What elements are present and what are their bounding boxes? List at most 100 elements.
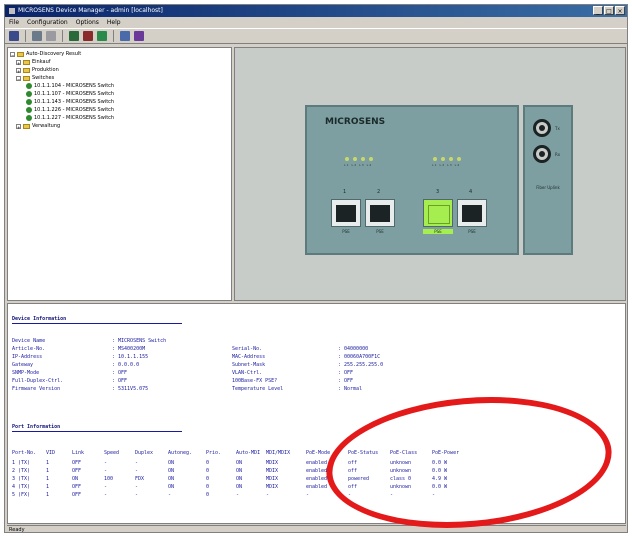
- fiber-module: Tx Rx Fiber Uplink: [523, 105, 573, 255]
- connect-icon[interactable]: [9, 31, 19, 41]
- menu-help[interactable]: Help: [107, 17, 121, 28]
- brand-label: MICROSENS: [325, 117, 386, 127]
- tree-switch-item[interactable]: 10.1.1.227 - MICROSENS Switch: [10, 114, 229, 122]
- field-label: Article-No.: [12, 346, 46, 352]
- window-controls: _ □ ×: [593, 6, 625, 15]
- table-cell: 1: [46, 476, 50, 482]
- table-cell: -: [135, 484, 139, 490]
- table-cell: ON: [236, 460, 243, 466]
- table-cell: 100: [104, 476, 114, 482]
- table-cell: ON: [236, 476, 243, 482]
- field-value: : 00060A700F1C: [338, 354, 381, 360]
- field-value: : 0.0.0.0: [112, 362, 140, 368]
- table-cell: ON: [72, 476, 79, 482]
- close-icon[interactable]: [46, 31, 56, 41]
- table-cell: enabled: [306, 484, 328, 490]
- table-cell: MDIX: [266, 460, 279, 466]
- field-value: : MICROSENS Switch: [112, 338, 167, 344]
- fiber-rx-icon[interactable]: [533, 145, 551, 163]
- field-label: Gateway: [12, 362, 34, 368]
- table-cell: 2 (TX): [12, 468, 31, 474]
- close-window-button[interactable]: ×: [615, 6, 625, 15]
- fiber-tx-label: Tx: [555, 126, 560, 131]
- table-cell: -: [104, 492, 108, 498]
- device-tree[interactable]: − Auto-Discovery Result + Einkauf + Produkt…: [7, 47, 232, 301]
- column-header: Autoneg.: [168, 450, 193, 456]
- minimize-button[interactable]: _: [593, 6, 603, 15]
- status-bar: Ready: [7, 525, 626, 533]
- table-cell: ON: [168, 476, 175, 482]
- menu-file[interactable]: File: [9, 17, 19, 28]
- menu-configuration[interactable]: Configuration: [27, 17, 68, 28]
- table-cell: ON: [168, 460, 175, 466]
- expand-icon[interactable]: +: [16, 123, 21, 130]
- field-value: : 255.255.255.0: [338, 362, 384, 368]
- tree-folder-produktion[interactable]: + Produktion: [10, 66, 229, 74]
- port-label: PSE: [468, 229, 476, 234]
- toolbar-separator: [25, 30, 26, 42]
- refresh-icon[interactable]: [83, 31, 93, 41]
- field-label: SNMP-Mode: [12, 370, 40, 376]
- port-label: PSE: [376, 229, 384, 234]
- folder-icon: [23, 75, 30, 81]
- field-label: Firmware Version: [12, 386, 61, 392]
- help-icon[interactable]: [134, 31, 144, 41]
- menu-options[interactable]: Options: [76, 17, 99, 28]
- fiber-tx-icon[interactable]: [533, 119, 551, 137]
- led-labels: L1 L2 L3 L4: [432, 163, 461, 167]
- field-value: : OFF: [338, 370, 354, 376]
- field-value: : MS400200M: [112, 346, 146, 352]
- ethernet-port[interactable]: [457, 199, 487, 227]
- rj45-icon: [428, 205, 450, 224]
- tree-folder-switches[interactable]: − Switches: [10, 74, 229, 82]
- port-label: PSE: [342, 229, 350, 234]
- rj45-icon: [370, 205, 390, 222]
- table-cell: 0: [206, 460, 210, 466]
- tree-switch-item[interactable]: 10.1.1.226 - MICROSENS Switch: [10, 106, 229, 114]
- table-cell: ON: [236, 468, 243, 474]
- column-header: Prio.: [206, 450, 222, 456]
- maximize-button[interactable]: □: [604, 6, 614, 15]
- field-label: Full-Duplex-Ctrl.: [12, 378, 64, 384]
- status-text: Ready: [9, 527, 25, 533]
- table-cell: -: [135, 468, 139, 474]
- tree-switch-item[interactable]: 10.1.1.107 - MICROSENS Switch: [10, 90, 229, 98]
- tree-switch-item[interactable]: 10.1.1.104 - MICROSENS Switch: [10, 82, 229, 90]
- table-cell: -: [135, 460, 139, 466]
- table-cell: -: [104, 484, 108, 490]
- settings-icon[interactable]: [120, 31, 130, 41]
- status-led: [449, 157, 453, 161]
- field-value: : 10.1.1.155: [112, 354, 149, 360]
- field-label: Temperature Level: [232, 386, 284, 392]
- tree-root[interactable]: − Auto-Discovery Result: [10, 50, 229, 58]
- toolbar-separator: [62, 30, 63, 42]
- expand-icon[interactable]: +: [16, 67, 21, 74]
- toolbar-separator: [113, 30, 114, 42]
- field-label: Subnet-Mask: [232, 362, 266, 368]
- table-cell: -: [236, 492, 240, 498]
- title-bar[interactable]: MICROSENS Device Manager - admin [localh…: [5, 5, 627, 17]
- tree-switch-item[interactable]: 10.1.1.143 - MICROSENS Switch: [10, 98, 229, 106]
- port-number: 1: [343, 189, 347, 195]
- ethernet-port[interactable]: [331, 199, 361, 227]
- ethernet-port[interactable]: [365, 199, 395, 227]
- open-icon[interactable]: [32, 31, 42, 41]
- field-value: : OFF: [112, 378, 128, 384]
- status-led: [457, 157, 461, 161]
- table-cell: 0: [206, 476, 210, 482]
- collapse-icon[interactable]: −: [10, 51, 15, 58]
- column-header: Auto-MDI: [236, 450, 261, 456]
- tree-folder-einkauf[interactable]: + Einkauf: [10, 58, 229, 66]
- tree-folder-verwaltung[interactable]: + Verwaltung: [10, 122, 229, 130]
- chart-icon[interactable]: [97, 31, 107, 41]
- ethernet-port-active[interactable]: [423, 199, 453, 227]
- device-info-heading: Device Information: [12, 316, 67, 322]
- collapse-icon[interactable]: −: [16, 75, 21, 82]
- status-led: [441, 157, 445, 161]
- save-icon[interactable]: [69, 31, 79, 41]
- table-cell: 4 (TX): [12, 484, 31, 490]
- table-cell: 5 (FX): [12, 492, 31, 498]
- table-cell: enabled: [306, 476, 328, 482]
- expand-icon[interactable]: +: [16, 59, 21, 66]
- field-label: Device Name: [12, 338, 46, 344]
